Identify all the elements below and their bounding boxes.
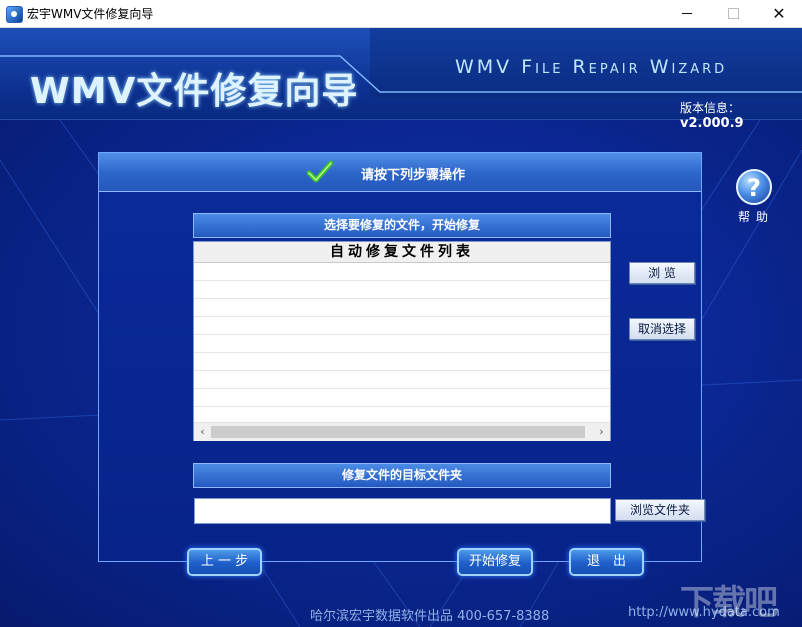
panel-title: 请按下列步骤操作 xyxy=(361,168,466,183)
prev-step-button[interactable]: 上 一 步 xyxy=(187,548,262,576)
header-banner: WMV文件修复向导 WMV File Repair Wizard 版本信息：v2… xyxy=(0,28,802,131)
scroll-right-icon[interactable]: › xyxy=(593,423,610,441)
footer-company: 哈尔滨宏宇数据软件出品 400-657-8388 xyxy=(310,609,550,624)
file-list-rows[interactable] xyxy=(194,263,610,423)
check-icon xyxy=(307,160,333,183)
maximize-button[interactable] xyxy=(710,0,756,27)
watermark-logo: 下载吧 xyxy=(680,583,778,623)
exit-button[interactable]: 退 出 xyxy=(569,548,644,576)
maximize-icon xyxy=(727,8,739,19)
app-client-area: WMV文件修复向导 WMV File Repair Wizard 版本信息：v2… xyxy=(0,28,802,627)
help-label[interactable]: 帮助 xyxy=(738,208,774,225)
start-repair-button[interactable]: 开始修复 xyxy=(457,548,533,576)
scrollbar-thumb[interactable] xyxy=(211,426,585,438)
target-folder-input[interactable] xyxy=(194,498,611,524)
file-list-header: 自动修复文件列表 xyxy=(194,242,610,263)
close-button[interactable]: ✕ xyxy=(756,0,802,27)
target-section-title: 修复文件的目标文件夹 xyxy=(193,463,611,488)
english-title: WMV File Repair Wizard xyxy=(455,56,728,78)
browse-button[interactable]: 浏 览 xyxy=(629,262,695,284)
logo-text: WMV文件修复向导 xyxy=(30,71,359,112)
horizontal-scrollbar[interactable]: ‹ › xyxy=(194,422,610,441)
file-list[interactable]: 自动修复文件列表 ‹ › xyxy=(193,241,611,441)
minimize-icon xyxy=(682,13,692,14)
help-icon[interactable]: ? xyxy=(736,169,772,205)
version-label: 版本信息： xyxy=(680,101,741,115)
window-title: 宏宇WMV文件修复向导 xyxy=(27,7,154,21)
browse-folder-button[interactable]: 浏览文件夹 xyxy=(615,499,705,521)
title-bar: 宏宇WMV文件修复向导 ✕ xyxy=(0,0,802,28)
app-icon xyxy=(6,6,23,23)
file-section-title: 选择要修复的文件，开始修复 xyxy=(193,213,611,238)
minimize-button[interactable] xyxy=(664,0,710,27)
scroll-left-icon[interactable]: ‹ xyxy=(194,423,211,441)
cancel-select-button[interactable]: 取消选择 xyxy=(629,318,695,340)
panel-header: 请按下列步骤操作 xyxy=(99,153,701,192)
